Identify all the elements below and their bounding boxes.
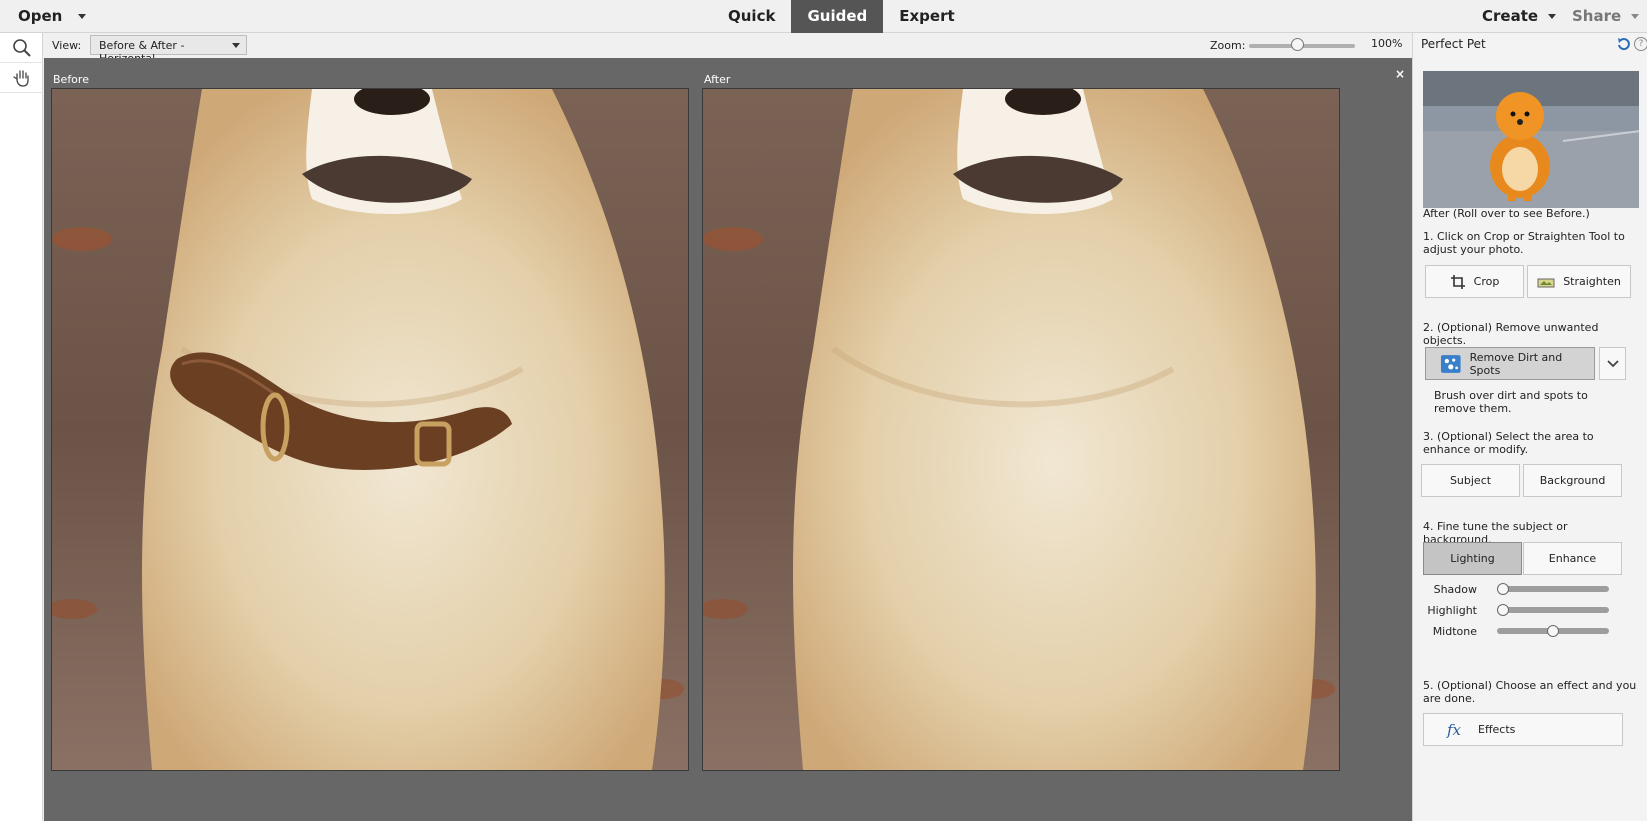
- tab-quick[interactable]: Quick: [712, 0, 791, 33]
- chevron-down-icon: [78, 13, 87, 19]
- highlight-slider-track[interactable]: [1497, 607, 1609, 613]
- highlight-slider-handle[interactable]: [1497, 604, 1509, 616]
- panel-scrollbar[interactable]: [1639, 71, 1647, 821]
- highlight-label: Highlight: [1427, 604, 1477, 617]
- midtone-label: Midtone: [1432, 625, 1477, 638]
- mode-tabs: Quick Guided Expert: [712, 0, 971, 33]
- midtone-slider-handle[interactable]: [1547, 625, 1559, 637]
- before-photo[interactable]: [51, 88, 689, 771]
- effects-button[interactable]: fx Effects: [1423, 713, 1623, 746]
- spot-healing-icon: [1440, 354, 1461, 373]
- tab-expert[interactable]: Expert: [883, 0, 970, 33]
- view-label: View:: [52, 39, 82, 52]
- canvas-area: Before After ×: [44, 58, 1412, 821]
- enhance-label: Enhance: [1548, 552, 1597, 565]
- crop-icon: [1450, 274, 1465, 289]
- zoom-value: 100%: [1371, 37, 1403, 50]
- close-icon[interactable]: ×: [1395, 67, 1405, 81]
- lighting-label: Lighting: [1450, 552, 1495, 565]
- subject-button[interactable]: Subject: [1421, 464, 1520, 497]
- step5-text: 5. (Optional) Choose an effect and you a…: [1423, 679, 1637, 705]
- shadow-slider-handle[interactable]: [1497, 583, 1509, 595]
- create-label: Create: [1482, 7, 1539, 25]
- after-photo[interactable]: [702, 88, 1340, 771]
- remove-options-dropdown[interactable]: [1599, 347, 1626, 380]
- straighten-icon: [1537, 278, 1555, 287]
- background-button[interactable]: Background: [1523, 464, 1622, 497]
- chevron-down-icon: [1548, 13, 1557, 19]
- after-label: After: [704, 73, 731, 86]
- share-label: Share: [1572, 7, 1622, 25]
- remove-dirt-button[interactable]: Remove Dirt and Spots: [1425, 347, 1595, 380]
- zoom-slider-handle[interactable]: [1291, 38, 1304, 51]
- zoom-label: Zoom:: [1210, 39, 1246, 52]
- create-menu[interactable]: Create: [1482, 7, 1557, 25]
- before-label: Before: [53, 73, 89, 86]
- chevron-down-icon: [1606, 359, 1619, 367]
- step2-text: 2. (Optional) Remove unwanted objects.: [1423, 321, 1599, 347]
- tool-bar: [0, 33, 43, 821]
- effects-label: Effects: [1478, 723, 1516, 736]
- zoom-tool[interactable]: [0, 33, 43, 63]
- svg-text:fx: fx: [1446, 721, 1462, 739]
- straighten-label: Straighten: [1563, 275, 1621, 288]
- open-menu[interactable]: Open: [18, 7, 87, 25]
- shadow-slider-track[interactable]: [1497, 586, 1609, 592]
- top-bar: Open Quick Guided Expert Create Share: [0, 0, 1647, 33]
- pomeranian-thumbnail: [1423, 71, 1640, 208]
- effects-icon: fx: [1446, 721, 1462, 739]
- help-icon[interactable]: ?: [1634, 37, 1647, 51]
- chevron-down-icon: [1631, 13, 1640, 19]
- reset-icon[interactable]: [1616, 36, 1632, 52]
- tab-enhance[interactable]: Enhance: [1523, 542, 1622, 575]
- step3-text: 3. (Optional) Select the area to enhance…: [1423, 430, 1594, 456]
- remove-dirt-label: Remove Dirt and Spots: [1469, 350, 1563, 377]
- view-select[interactable]: Before & After - Horizontal: [90, 35, 247, 65]
- remove-hint: Brush over dirt and spots to remove them…: [1434, 389, 1588, 415]
- step1-text: 1. Click on Crop or Straighten Tool to a…: [1423, 230, 1625, 256]
- hand-icon: [12, 69, 29, 87]
- straighten-button[interactable]: Straighten: [1527, 265, 1631, 298]
- hand-tool[interactable]: [0, 63, 43, 93]
- open-label: Open: [18, 7, 63, 25]
- background-label: Background: [1539, 474, 1606, 487]
- zoom-icon: [12, 38, 31, 57]
- dog-photo-after: [703, 89, 1339, 770]
- dog-photo-before: [52, 89, 688, 770]
- tab-lighting[interactable]: Lighting: [1423, 542, 1522, 575]
- tab-guided[interactable]: Guided: [791, 0, 884, 33]
- subject-label: Subject: [1449, 474, 1492, 487]
- preview-thumbnail[interactable]: [1423, 71, 1640, 208]
- after-caption: After (Roll over to see Before.): [1423, 207, 1590, 220]
- options-bar: View: Before & After - Horizontal Zoom: …: [44, 33, 1412, 65]
- share-menu[interactable]: Share: [1572, 7, 1640, 25]
- panel-title: Perfect Pet: [1421, 37, 1486, 51]
- shadow-label: Shadow: [1433, 583, 1477, 596]
- crop-button[interactable]: Crop: [1425, 265, 1524, 298]
- guided-panel: Perfect Pet ? After (Roll over to see Be…: [1412, 33, 1647, 821]
- chevron-down-icon: [232, 43, 240, 48]
- crop-label: Crop: [1473, 275, 1500, 288]
